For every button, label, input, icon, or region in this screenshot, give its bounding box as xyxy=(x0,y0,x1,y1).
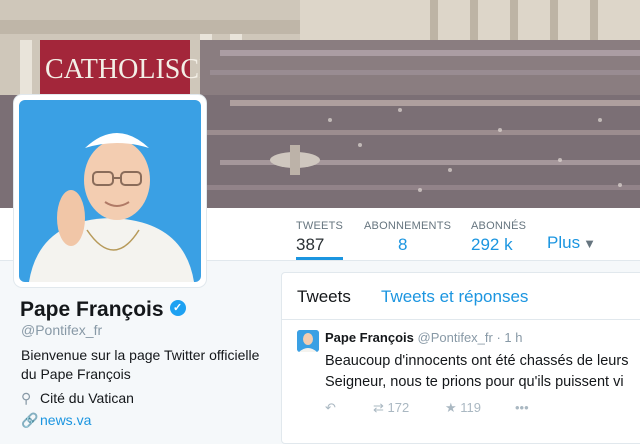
like-button[interactable]: ★ 119 xyxy=(445,400,481,416)
tweet-author-handle[interactable]: @Pontifex_fr xyxy=(418,330,493,345)
star-icon: ★ xyxy=(445,400,457,415)
like-count: 119 xyxy=(460,400,482,415)
tweet-text-line-2: Seigneur, nous te prions pour qu'ils pui… xyxy=(325,374,624,390)
profile-bio: Bienvenue sur la page Twitter officielle… xyxy=(21,346,261,384)
timeline: Tweets Tweets et réponses Pape François … xyxy=(281,272,640,444)
chevron-down-icon: ▼ xyxy=(583,236,596,251)
profile-name: Pape François ✓ xyxy=(20,298,186,322)
tweet-time[interactable]: · 1 h xyxy=(496,330,522,345)
stat-followers[interactable]: ABONNÉS 292 k xyxy=(471,220,526,255)
stat-tweets-label: TWEETS xyxy=(296,220,344,232)
tab-tweets[interactable]: Tweets xyxy=(297,287,351,307)
retweet-button[interactable]: ⇄ 172 xyxy=(373,400,409,416)
stat-followers-value: 292 k xyxy=(471,235,513,254)
reply-icon[interactable]: ↶ xyxy=(325,400,336,416)
stat-following-label: ABONNEMENTS xyxy=(364,220,452,232)
bio-line-1: Bienvenue sur la page Twitter officielle xyxy=(21,347,260,363)
stat-followers-label: ABONNÉS xyxy=(471,220,527,232)
profile-website-link[interactable]: 🔗 news.va xyxy=(21,412,91,429)
profile-avatar[interactable] xyxy=(14,95,206,287)
stat-tweets[interactable]: TWEETS 387 xyxy=(296,220,344,260)
link-icon: 🔗 xyxy=(21,412,39,428)
tab-tweets-and-replies[interactable]: Tweets et réponses xyxy=(381,287,528,307)
website-text: news.va xyxy=(40,412,92,428)
tweet-header: Pape François @Pontifex_fr · 1 h xyxy=(325,330,522,345)
profile-location: ⚲ Cité du Vatican xyxy=(21,390,134,407)
profile-name-text: Pape François xyxy=(20,298,164,321)
stat-tweets-value: 387 xyxy=(296,235,325,254)
location-pin-icon: ⚲ xyxy=(21,390,32,406)
tweet-text-line-1: Beaucoup d'innocents ont été chassés de … xyxy=(325,353,629,369)
profile-handle[interactable]: @Pontifex_fr xyxy=(21,322,102,338)
stat-following-value: 8 xyxy=(398,235,408,254)
retweet-icon: ⇄ xyxy=(373,400,384,415)
bio-line-2: du Pape François xyxy=(21,366,131,382)
more-options-icon[interactable]: ••• xyxy=(515,400,529,415)
more-button[interactable]: Plus ▼ xyxy=(547,233,596,253)
tweet-text: Beaucoup d'innocents ont été chassés de … xyxy=(325,351,628,393)
verified-badge-icon: ✓ xyxy=(169,300,186,317)
location-text: Cité du Vatican xyxy=(40,390,134,406)
retweet-count: 172 xyxy=(387,400,410,415)
timeline-tabs: Tweets Tweets et réponses xyxy=(282,273,640,320)
stat-following[interactable]: ABONNEMENTS 8 xyxy=(364,220,451,255)
tweet-author-name[interactable]: Pape François xyxy=(325,330,414,345)
tweet-avatar[interactable] xyxy=(297,330,319,352)
more-label: Plus xyxy=(547,233,581,252)
